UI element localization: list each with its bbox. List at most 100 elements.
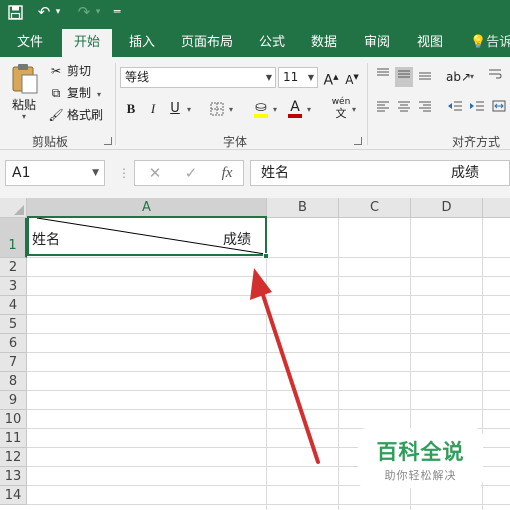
gridline <box>27 371 510 372</box>
column-header-c[interactable]: C <box>339 198 411 218</box>
merge-center-button[interactable] <box>490 99 508 119</box>
row-header-10[interactable]: 10 <box>0 410 27 429</box>
scissors-icon: ✂ <box>50 64 62 78</box>
orientation-button[interactable]: ab↗ <box>446 67 472 87</box>
paste-dropdown-icon[interactable]: ▾ <box>6 112 42 121</box>
underline-button[interactable]: U <box>166 99 184 119</box>
row-header-8[interactable]: 8 <box>0 372 27 391</box>
redo-icon[interactable]: ↷ <box>74 2 94 22</box>
watermark-title: 百科全说 <box>376 440 465 464</box>
tab-file[interactable]: 文件 <box>8 29 52 57</box>
row-header-5[interactable]: 5 <box>0 315 27 334</box>
undo-icon[interactable]: ↶ <box>34 2 54 22</box>
decrease-indent-button[interactable] <box>446 99 464 119</box>
insert-function-icon[interactable]: fx <box>217 163 237 183</box>
paintbrush-icon: 🖌 <box>48 108 64 122</box>
align-center-button[interactable] <box>395 99 413 119</box>
increase-indent-icon <box>470 101 484 111</box>
font-group-label: 字体 <box>222 135 247 149</box>
gridline <box>27 504 510 505</box>
gridline <box>27 390 510 391</box>
align-right-button[interactable] <box>416 99 434 119</box>
align-bottom-icon <box>419 72 431 80</box>
decrease-font-size-button[interactable]: A▼ <box>343 67 361 87</box>
tab-formulas[interactable]: 公式 <box>252 29 292 57</box>
tell-me-search[interactable]: 💡告诉 <box>470 29 510 57</box>
tab-view[interactable]: 视图 <box>410 29 450 57</box>
tab-review[interactable]: 审阅 <box>356 29 398 57</box>
name-box[interactable]: A1 ▼ <box>5 160 105 186</box>
increase-font-size-button[interactable]: A▲ <box>322 67 340 89</box>
fill-color-swatch <box>254 114 268 118</box>
copy-button[interactable]: ⧉ 复制 ▾ <box>48 83 101 103</box>
cell-a1-left-text: 姓名 <box>32 232 60 248</box>
row-header-9[interactable]: 9 <box>0 391 27 410</box>
divider <box>115 63 116 145</box>
gridline <box>27 409 510 410</box>
borders-button[interactable] <box>208 99 226 119</box>
orientation-dropdown-icon[interactable]: ▾ <box>470 72 474 81</box>
font-color-button[interactable]: A <box>286 97 304 118</box>
formula-bar-resize-handle[interactable]: ⋮ <box>118 162 130 184</box>
undo-dropdown-icon[interactable]: ▾ <box>54 2 62 22</box>
fill-color-button[interactable]: ⛀ <box>252 97 270 118</box>
text-orientation-icon: ab↗ <box>446 70 472 84</box>
increase-indent-button[interactable] <box>468 99 486 119</box>
tab-page-layout[interactable]: 页面布局 <box>172 29 242 57</box>
row-header-1[interactable]: 1 <box>0 218 27 258</box>
align-middle-button[interactable] <box>395 67 413 87</box>
redo-dropdown-icon[interactable]: ▾ <box>94 2 102 22</box>
phonetic-dropdown-icon[interactable]: ▾ <box>352 105 356 114</box>
tab-insert[interactable]: 插入 <box>120 29 164 57</box>
row-header-13[interactable]: 13 <box>0 467 27 486</box>
column-header-d[interactable]: D <box>411 198 483 218</box>
ribbon-tabs: 文件 开始 插入 页面布局 公式 数据 审阅 视图 💡告诉 <box>0 25 510 57</box>
wrap-text-button[interactable] <box>486 67 504 87</box>
row-header-12[interactable]: 12 <box>0 448 27 467</box>
fill-handle[interactable] <box>263 253 269 259</box>
bold-button[interactable]: B <box>122 99 140 119</box>
align-left-button[interactable] <box>374 99 392 119</box>
font-size-select[interactable]: 11 ▼ <box>278 67 318 88</box>
gridline <box>27 352 510 353</box>
save-icon[interactable] <box>6 2 24 22</box>
row-header-3[interactable]: 3 <box>0 277 27 296</box>
clipboard-group-label: 剪贴板 <box>31 135 68 149</box>
underline-dropdown-icon[interactable]: ▾ <box>187 105 191 114</box>
borders-dropdown-icon[interactable]: ▾ <box>229 105 233 114</box>
divider <box>367 63 368 145</box>
font-launcher-icon[interactable] <box>354 137 362 145</box>
tab-data[interactable]: 数据 <box>304 29 344 57</box>
wrap-text-icon <box>489 69 502 79</box>
row-header-14[interactable]: 14 <box>0 486 27 505</box>
clipboard-launcher-icon[interactable] <box>104 137 112 145</box>
phonetic-guide-button[interactable]: wén 文 <box>328 97 354 121</box>
paste-button[interactable]: 粘贴 ▾ <box>6 63 42 125</box>
enter-check-icon[interactable]: ✓ <box>181 163 201 183</box>
row-header-11[interactable]: 11 <box>0 429 27 448</box>
align-bottom-button[interactable] <box>416 67 434 87</box>
format-painter-button[interactable]: 🖌 格式刷 <box>48 105 103 125</box>
cut-button[interactable]: ✂ 剪切 <box>48 61 91 81</box>
row-header-7[interactable]: 7 <box>0 353 27 372</box>
copy-dropdown-icon[interactable]: ▾ <box>97 90 101 99</box>
cancel-icon[interactable]: ✕ <box>145 163 165 183</box>
column-header-e[interactable] <box>483 198 510 218</box>
fill-color-dropdown-icon[interactable]: ▾ <box>273 105 277 114</box>
font-name-select[interactable]: 等线 ▼ <box>120 67 276 88</box>
cell-a1[interactable]: 姓名 成绩 <box>27 216 267 256</box>
align-right-icon <box>419 101 431 112</box>
formula-input[interactable]: 姓名 成绩 <box>250 160 510 186</box>
gridline <box>27 333 510 334</box>
font-color-dropdown-icon[interactable]: ▾ <box>307 105 311 114</box>
row-header-2[interactable]: 2 <box>0 258 27 277</box>
customize-quick-access-icon[interactable]: ═ <box>110 2 124 22</box>
row-header-6[interactable]: 6 <box>0 334 27 353</box>
select-all-button[interactable] <box>0 198 27 218</box>
column-header-b[interactable]: B <box>267 198 339 218</box>
column-header-a[interactable]: A <box>27 198 267 218</box>
align-top-button[interactable] <box>374 67 392 87</box>
row-header-4[interactable]: 4 <box>0 296 27 315</box>
tab-home[interactable]: 开始 <box>62 29 112 57</box>
italic-button[interactable]: I <box>144 99 162 119</box>
